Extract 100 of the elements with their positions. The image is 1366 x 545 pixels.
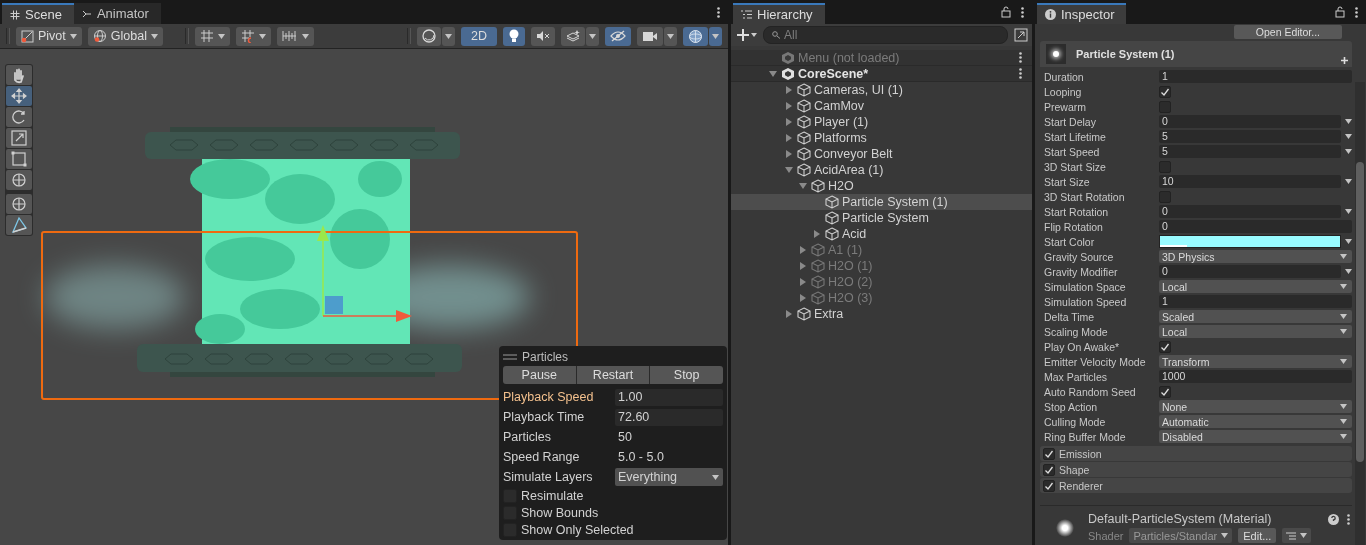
module-header[interactable]: Renderer bbox=[1059, 479, 1103, 492]
add-icon[interactable] bbox=[737, 29, 757, 41]
checkbox[interactable] bbox=[1043, 463, 1055, 476]
checkbox[interactable] bbox=[1043, 479, 1055, 492]
drag-handle-icon[interactable] bbox=[503, 354, 517, 360]
playback-button[interactable]: Stop bbox=[649, 366, 723, 384]
checkbox[interactable] bbox=[1159, 340, 1171, 353]
more-options-icon[interactable] bbox=[1019, 68, 1022, 79]
lock-icon[interactable] bbox=[1001, 6, 1011, 18]
tool-button[interactable] bbox=[6, 107, 32, 127]
global-dropdown[interactable]: Global bbox=[87, 26, 163, 46]
scene-viewport[interactable]: Particles Pause Restart Stop Playback Speed 1.00 Playback Time 72.60 Particles 50 Speed Range 5.0 - 5.0 Simulate Layers Everything Resimulate Show Bounds Show Only Selected bbox=[0, 49, 728, 545]
expand-arrow-icon[interactable] bbox=[785, 310, 793, 318]
dropdown[interactable]: None bbox=[1159, 400, 1352, 413]
tool-button[interactable] bbox=[6, 194, 32, 214]
number-field[interactable]: 1.00 bbox=[615, 388, 723, 406]
hierarchy-item[interactable]: H2O bbox=[828, 179, 1032, 193]
dropdown[interactable]: Transform bbox=[1159, 355, 1352, 368]
external-window-icon[interactable] bbox=[1014, 28, 1028, 42]
dropdown[interactable]: Disabled bbox=[1159, 430, 1352, 443]
expand-arrow-icon[interactable] bbox=[785, 118, 793, 126]
dropdown-button[interactable] bbox=[709, 26, 722, 46]
module-header[interactable]: Shape bbox=[1059, 463, 1090, 476]
hierarchy-item[interactable]: Particle System bbox=[842, 211, 1032, 225]
number-field[interactable]: 1 bbox=[1159, 295, 1352, 308]
dropdown[interactable]: 3D Physics bbox=[1159, 250, 1352, 263]
checkbox[interactable] bbox=[1043, 447, 1055, 460]
hierarchy-tab[interactable]: Hierarchy bbox=[733, 3, 825, 24]
view-toggle[interactable] bbox=[503, 26, 525, 46]
more-options-icon[interactable] bbox=[717, 7, 720, 18]
hierarchy-item[interactable]: Conveyor Belt bbox=[814, 147, 1032, 161]
dropdown[interactable]: Automatic bbox=[1159, 415, 1352, 428]
view-toggle[interactable] bbox=[417, 26, 441, 46]
scrollbar[interactable] bbox=[1355, 82, 1365, 545]
checkbox[interactable] bbox=[1159, 85, 1171, 98]
inspector-tab[interactable]: Inspector bbox=[1037, 3, 1127, 24]
more-options-icon[interactable] bbox=[1355, 6, 1358, 18]
module-header[interactable]: Emission bbox=[1059, 447, 1102, 460]
expand-arrow-icon[interactable] bbox=[785, 166, 793, 174]
expand-arrow-icon[interactable] bbox=[769, 69, 777, 78]
number-field[interactable]: 0 bbox=[1159, 205, 1341, 218]
layers-dropdown[interactable]: Everything bbox=[615, 468, 723, 486]
list-options-button[interactable] bbox=[1282, 528, 1312, 543]
view-toggle[interactable] bbox=[531, 26, 555, 46]
lock-icon[interactable] bbox=[1335, 6, 1345, 18]
snap-button[interactable] bbox=[276, 26, 314, 46]
number-field[interactable]: 0 bbox=[1159, 115, 1341, 128]
hierarchy-item[interactable]: Platforms bbox=[814, 131, 1032, 145]
dropdown[interactable]: Local bbox=[1159, 325, 1352, 338]
2d-toggle[interactable]: 2D bbox=[461, 26, 497, 46]
hierarchy-item[interactable]: Acid bbox=[842, 227, 1032, 241]
playback-button[interactable]: Restart bbox=[575, 366, 650, 384]
tool-button[interactable] bbox=[6, 170, 32, 190]
pivot-dropdown[interactable]: Pivot bbox=[16, 26, 82, 46]
hierarchy-item[interactable]: AcidArea (1) bbox=[814, 163, 1032, 177]
more-options-icon[interactable] bbox=[1347, 513, 1350, 525]
view-toggle[interactable] bbox=[605, 26, 631, 46]
more-options-icon[interactable] bbox=[1021, 6, 1024, 18]
number-field[interactable]: 0 bbox=[1159, 220, 1352, 233]
view-toggle[interactable] bbox=[561, 26, 585, 46]
dropdown[interactable]: Local bbox=[1159, 280, 1352, 293]
add-icon[interactable] bbox=[1341, 57, 1348, 64]
playback-button[interactable]: Pause bbox=[503, 366, 576, 384]
expand-arrow-icon[interactable] bbox=[785, 86, 793, 94]
number-field[interactable]: 1 bbox=[1159, 70, 1352, 83]
hierarchy-item[interactable]: Player (1) bbox=[814, 115, 1032, 129]
number-field[interactable]: 5 bbox=[1159, 145, 1341, 158]
tool-button[interactable] bbox=[6, 149, 32, 169]
checkbox[interactable] bbox=[1159, 385, 1171, 398]
number-field[interactable]: 5 bbox=[1159, 130, 1341, 143]
expand-arrow-icon[interactable] bbox=[813, 230, 821, 238]
hierarchy-item[interactable]: Cameras, UI (1) bbox=[814, 83, 1032, 97]
editor-tab[interactable]: Animator bbox=[73, 3, 161, 24]
dropdown-button[interactable] bbox=[442, 26, 455, 46]
tool-button[interactable] bbox=[6, 215, 32, 235]
search-field[interactable]: All bbox=[763, 26, 1008, 44]
view-toggle[interactable] bbox=[683, 26, 708, 46]
more-options-icon[interactable] bbox=[1019, 52, 1022, 63]
tool-button[interactable] bbox=[6, 128, 32, 148]
dropdown-button[interactable] bbox=[664, 26, 677, 46]
help-icon[interactable] bbox=[1328, 513, 1339, 525]
expand-arrow-icon[interactable] bbox=[785, 102, 793, 110]
edit-button[interactable]: Edit... bbox=[1238, 528, 1277, 543]
number-field[interactable]: 72.60 bbox=[615, 408, 723, 426]
hierarchy-item[interactable]: CamMov bbox=[814, 99, 1032, 113]
view-toggle[interactable] bbox=[637, 26, 663, 46]
number-field[interactable]: 0 bbox=[1159, 265, 1341, 278]
dropdown[interactable]: Scaled bbox=[1159, 310, 1352, 323]
expand-arrow-icon[interactable] bbox=[799, 182, 807, 190]
color-swatch[interactable] bbox=[1159, 235, 1341, 248]
snap-button[interactable] bbox=[194, 26, 230, 46]
editor-tab[interactable]: Scene bbox=[2, 3, 74, 24]
dropdown-button[interactable] bbox=[586, 26, 599, 46]
hierarchy-item[interactable]: Extra bbox=[814, 307, 1032, 321]
snap-button[interactable] bbox=[235, 26, 271, 46]
open-editor-button[interactable]: Open Editor... bbox=[1233, 25, 1342, 39]
tool-button[interactable] bbox=[6, 65, 32, 85]
expand-arrow-icon[interactable] bbox=[785, 134, 793, 142]
tool-button[interactable] bbox=[6, 86, 32, 106]
expand-arrow-icon[interactable] bbox=[785, 150, 793, 158]
